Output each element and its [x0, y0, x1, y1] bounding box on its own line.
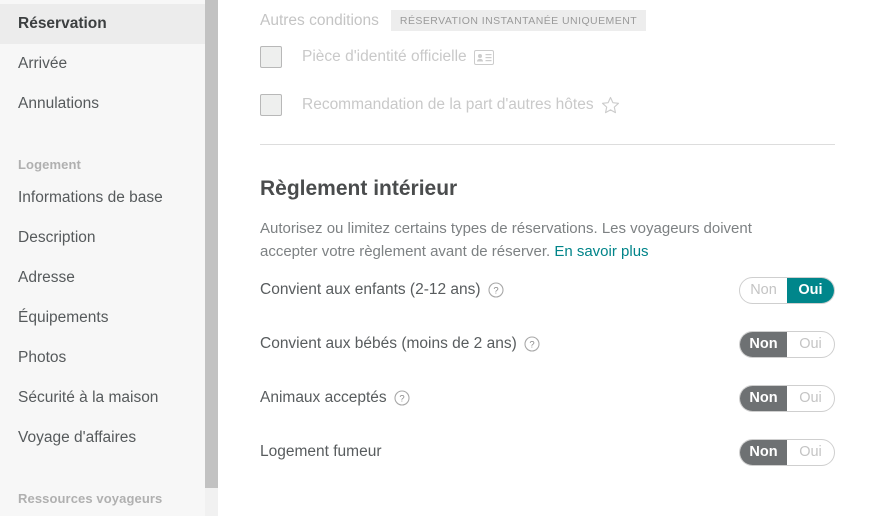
other-conditions-title: Autres conditions	[260, 11, 379, 29]
sidebar-item-s-curit-la-maison[interactable]: Sécurité à la maison	[0, 378, 205, 418]
rule-label-text-logement-fumeur: Logement fumeur	[260, 443, 382, 460]
other-conditions-header: Autres conditions RÉSERVATION INSTANTANÉ…	[260, 0, 835, 33]
sidebar-item-annulations[interactable]: Annulations	[0, 84, 205, 124]
rule-row-animaux-accept-s: Animaux acceptés? Non Oui	[260, 371, 835, 425]
toggle-convient-aux-b-b-s-moins-de-2-ans[interactable]: Non Oui	[739, 330, 835, 358]
toggle-option-no-logement-fumeur[interactable]: Non	[740, 439, 787, 465]
sidebar-item-quipements[interactable]: Équipements	[0, 298, 205, 338]
house-rules-description-text: Autorisez ou limitez certains types de r…	[260, 220, 752, 260]
rule-label-animaux-accept-s: Animaux acceptés?	[260, 389, 410, 407]
section-divider	[260, 144, 835, 145]
help-circle-icon[interactable]: ?	[394, 390, 410, 406]
rule-row-convient-aux-b-b-s-moins-de-2-ans: Convient aux bébés (moins de 2 ans)? Non O…	[260, 317, 835, 371]
house-rules-description: Autorisez ou limitez certains types de r…	[260, 217, 805, 263]
help-circle-icon[interactable]: ?	[488, 282, 504, 298]
rule-row-convient-aux-enfants-2-12-ans: Convient aux enfants (2-12 ans)? Non Oui	[260, 263, 835, 317]
checkbox-text-host-recommendation: Recommandation de la part d'autres hôtes	[302, 96, 594, 113]
rule-label-convient-aux-enfants-2-12-ans: Convient aux enfants (2-12 ans)?	[260, 281, 504, 299]
content-column: Autres conditions RÉSERVATION INSTANTANÉ…	[260, 0, 835, 479]
toggle-option-no-convient-aux-b-b-s-moins-de-2-ans[interactable]: Non	[740, 331, 787, 357]
sidebar-item-photos[interactable]: Photos	[0, 338, 205, 378]
sidebar-item-informations-de-base[interactable]: Informations de base	[0, 178, 205, 218]
sidebar-item-arriv-e[interactable]: Arrivée	[0, 44, 205, 84]
checkbox-text-government-id: Pièce d'identité officielle	[302, 48, 467, 65]
sidebar-section-ressources-voyageurs: Ressources voyageurs	[18, 491, 163, 506]
instant-book-badge: RÉSERVATION INSTANTANÉE UNIQUEMENT	[390, 10, 647, 31]
toggle-option-no-convient-aux-enfants-2-12-ans[interactable]: Non	[740, 278, 787, 303]
id-card-icon	[473, 49, 494, 65]
star-icon	[601, 96, 620, 115]
checkbox-row-government-id[interactable]: Pièce d'identité officielle	[260, 33, 835, 81]
rule-row-logement-fumeur: Logement fumeur Non Oui	[260, 425, 835, 479]
sidebar: Réservation Arrivée Annulations Logement Inf…	[0, 0, 205, 516]
toggle-logement-fumeur[interactable]: Non Oui	[739, 438, 835, 466]
checkbox-label-government-id: Pièce d'identité officielle	[302, 48, 494, 66]
checkbox-host-recommendation[interactable]	[260, 94, 282, 116]
sidebar-item-description[interactable]: Description	[0, 218, 205, 258]
svg-text:?: ?	[399, 394, 404, 405]
sidebar-spacer	[0, 124, 205, 138]
toggle-option-yes-logement-fumeur[interactable]: Oui	[787, 440, 834, 465]
sidebar-item-voyage-d-affaires[interactable]: Voyage d'affaires	[0, 418, 205, 458]
house-rules-title: Règlement intérieur	[260, 177, 458, 200]
app-root: Réservation Arrivée Annulations Logement Inf…	[0, 0, 894, 516]
toggle-option-yes-convient-aux-enfants-2-12-ans[interactable]: Oui	[787, 277, 834, 303]
sidebar-scrollbar[interactable]	[205, 0, 218, 516]
checkbox-row-host-recommendation[interactable]: Recommandation de la part d'autres hôtes	[260, 81, 835, 129]
help-circle-icon[interactable]: ?	[524, 336, 540, 352]
rule-label-text-animaux-accept-s: Animaux acceptés	[260, 389, 387, 406]
rule-label-convient-aux-b-b-s-moins-de-2-ans: Convient aux bébés (moins de 2 ans)?	[260, 335, 540, 353]
sidebar-scrollbar-thumb[interactable]	[205, 0, 218, 488]
sidebar-item-adresse[interactable]: Adresse	[0, 258, 205, 298]
sidebar-spacer	[0, 458, 205, 472]
toggle-option-yes-animaux-accept-s[interactable]: Oui	[787, 386, 834, 411]
rule-label-text-convient-aux-enfants-2-12-ans: Convient aux enfants (2-12 ans)	[260, 281, 481, 298]
sidebar-item-r-servation[interactable]: Réservation	[0, 4, 205, 44]
checkbox-label-host-recommendation: Recommandation de la part d'autres hôtes	[302, 96, 620, 115]
learn-more-link[interactable]: En savoir plus	[554, 243, 648, 260]
toggle-animaux-accept-s[interactable]: Non Oui	[739, 384, 835, 412]
house-rules-list: Convient aux enfants (2-12 ans)? Non Oui Co…	[260, 263, 835, 479]
checkbox-government-id[interactable]	[260, 46, 282, 68]
toggle-convient-aux-enfants-2-12-ans[interactable]: Non Oui	[739, 276, 835, 304]
rule-label-logement-fumeur: Logement fumeur	[260, 443, 382, 461]
main-content: Autres conditions RÉSERVATION INSTANTANÉ…	[205, 0, 894, 516]
sidebar-nav-list: Réservation Arrivée Annulations Logement Inf…	[0, 0, 205, 512]
rule-label-text-convient-aux-b-b-s-moins-de-2-ans: Convient aux bébés (moins de 2 ans)	[260, 335, 517, 352]
toggle-option-yes-convient-aux-b-b-s-moins-de-2-ans[interactable]: Oui	[787, 332, 834, 357]
svg-text:?: ?	[493, 286, 498, 297]
toggle-option-no-animaux-accept-s[interactable]: Non	[740, 385, 787, 411]
sidebar-section-logement: Logement	[18, 157, 81, 172]
svg-text:?: ?	[529, 340, 534, 351]
